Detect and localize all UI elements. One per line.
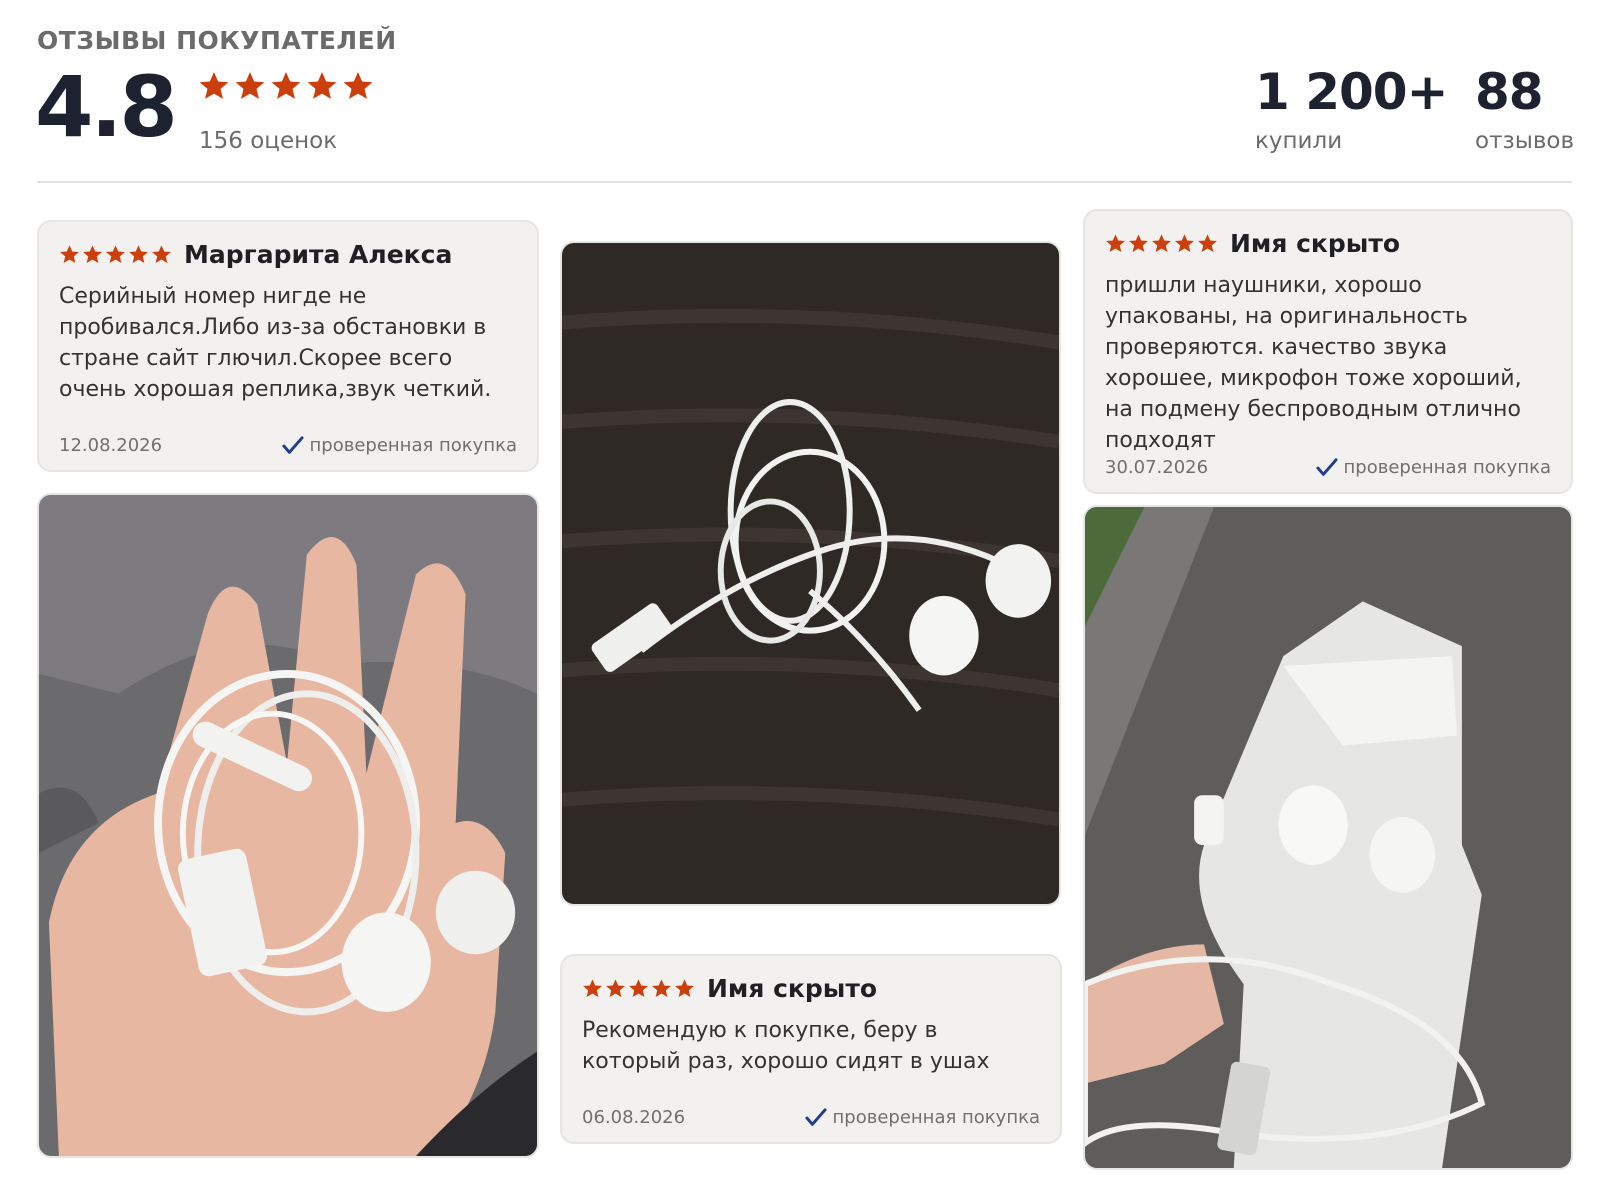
star-icon bbox=[234, 70, 266, 102]
checkmark-icon bbox=[805, 1108, 827, 1128]
star-icon bbox=[342, 70, 374, 102]
review-text: Рекомендую к покупке, беру в который раз… bbox=[582, 1018, 990, 1074]
photo-earbuds-on-table bbox=[562, 243, 1059, 904]
average-stars bbox=[198, 70, 374, 102]
review-text: Серийный номер нигде не пробивался.Либо … bbox=[59, 284, 492, 402]
star-icon bbox=[674, 978, 695, 999]
star-icon bbox=[628, 978, 649, 999]
verified-label: проверенная покупка bbox=[309, 435, 517, 456]
review-author: Имя скрыто bbox=[1230, 229, 1401, 258]
review-date: 30.07.2026 bbox=[1105, 457, 1209, 478]
verified-label: проверенная покупка bbox=[1343, 457, 1551, 478]
star-icon bbox=[128, 244, 149, 265]
review-text: пришли наушники, хорошо упакованы, на ор… bbox=[1105, 273, 1522, 453]
average-rating: 4.8 bbox=[35, 58, 178, 156]
review-stars bbox=[582, 978, 695, 999]
verified-badge: проверенная покупка bbox=[805, 1107, 1040, 1128]
review-date: 12.08.2026 bbox=[59, 435, 163, 456]
verified-label: проверенная покупка bbox=[832, 1107, 1040, 1128]
star-icon bbox=[605, 978, 626, 999]
star-icon bbox=[582, 978, 603, 999]
reviews-label[interactable]: отзывов bbox=[1475, 128, 1574, 154]
reviews-stat[interactable]: 88 отзывов bbox=[1475, 62, 1574, 154]
photo-earbuds-in-box bbox=[1085, 507, 1571, 1168]
star-icon bbox=[1174, 233, 1195, 254]
star-icon bbox=[270, 70, 302, 102]
star-icon bbox=[59, 244, 80, 265]
bought-stat: 1 200+ купили bbox=[1255, 62, 1448, 154]
review-card[interactable]: Имя скрыто пришли наушники, хорошо упако… bbox=[1083, 209, 1573, 494]
checkmark-icon bbox=[1316, 458, 1338, 478]
review-photo[interactable] bbox=[1083, 505, 1573, 1170]
star-icon bbox=[151, 244, 172, 265]
ratings-count: 156 оценок bbox=[199, 128, 338, 154]
star-icon bbox=[1128, 233, 1149, 254]
review-photo[interactable] bbox=[37, 493, 539, 1158]
reviews-count[interactable]: 88 bbox=[1475, 62, 1574, 122]
review-card[interactable]: Маргарита Алекса Серийный номер нигде не… bbox=[37, 220, 539, 472]
review-date: 06.08.2026 bbox=[582, 1107, 686, 1128]
bought-label: купили bbox=[1255, 128, 1343, 154]
star-icon bbox=[1105, 233, 1126, 254]
bought-count: 1 200+ bbox=[1255, 63, 1448, 121]
review-author: Имя скрыто bbox=[707, 974, 878, 1003]
verified-badge: проверенная покупка bbox=[1316, 457, 1551, 478]
review-photo[interactable] bbox=[560, 241, 1061, 906]
checkmark-icon bbox=[282, 436, 304, 456]
photo-earbuds-in-hand bbox=[39, 495, 537, 1156]
star-icon bbox=[82, 244, 103, 265]
star-icon bbox=[1197, 233, 1218, 254]
section-title: ОТЗЫВЫ ПОКУПАТЕЛЕЙ bbox=[37, 26, 397, 55]
verified-badge: проверенная покупка bbox=[282, 435, 517, 456]
star-icon bbox=[198, 70, 230, 102]
review-stars bbox=[59, 244, 172, 265]
star-icon bbox=[651, 978, 672, 999]
review-card[interactable]: Имя скрыто Рекомендую к покупке, беру в … bbox=[560, 954, 1062, 1144]
star-icon bbox=[105, 244, 126, 265]
star-icon bbox=[1151, 233, 1172, 254]
review-author: Маргарита Алекса bbox=[184, 240, 453, 269]
divider bbox=[37, 181, 1572, 183]
star-icon bbox=[306, 70, 338, 102]
review-stars bbox=[1105, 233, 1218, 254]
